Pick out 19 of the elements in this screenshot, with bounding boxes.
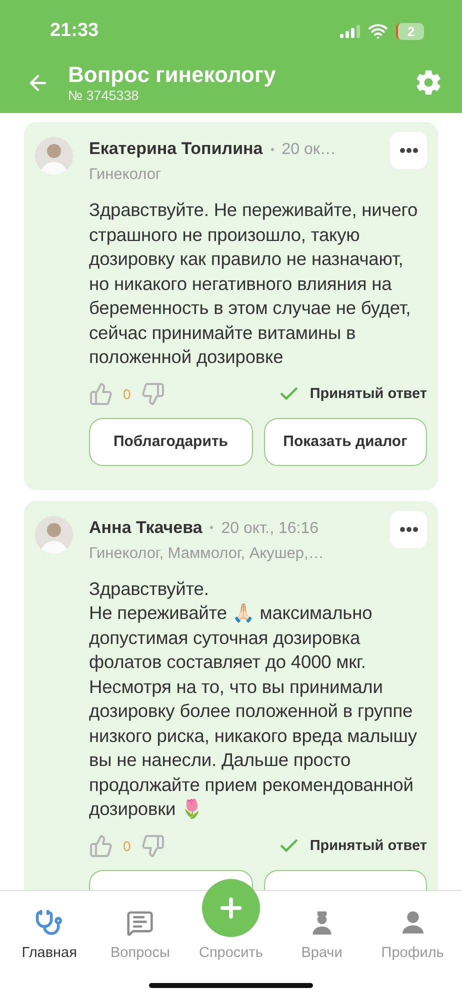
battery-level: 2 — [396, 22, 424, 40]
doctor-specialty: Гинеколог — [89, 166, 162, 184]
doctor-specialty: Гинеколог, Маммолог, Акушер,… — [89, 544, 325, 562]
question-number: № 3745338 — [68, 88, 140, 103]
tab-item[interactable]: Главная — [6, 909, 92, 961]
like-count: 0 — [123, 838, 131, 854]
answer-date: 20 ок… — [282, 141, 336, 159]
accepted-label: Принятый ответ — [310, 386, 427, 402]
doctor-name[interactable]: Екатерина Топилина — [89, 139, 263, 159]
page-title: Вопрос гинекологу — [68, 62, 277, 88]
answer-text: Здравствуйте. Не переживайте 🙏🏻 максимально допустимая суточная дозировка фолатов составляет до 4000 мкг. Несмотря на то, что вы принимали дозировку более положенной в группе низкого риска, никакого вреда малышу вы не нанесли. Дальше просто продолжайте прием рекомендованной дозировки 🌷 — [89, 576, 418, 821]
accepted-label: Принятый ответ — [310, 838, 427, 854]
like-count: 0 — [123, 386, 131, 402]
status-time: 21:33 — [50, 20, 99, 42]
thank-button[interactable]: Поблагодарить — [89, 418, 252, 466]
answer-date: 20 окт., 16:16 — [221, 520, 319, 538]
show-dialog-button[interactable]: Показать диалог — [264, 418, 427, 466]
answer-text: Здравствуйте. Не переживайте, ничего страшного не произошло, такую дозировку как правило не назначают, но никакого негативного влияния на беременность в этом случае не будет, сейчас принимайте витамины в положенной дозировке — [89, 198, 419, 369]
doctor-name[interactable]: Анна Ткачева — [89, 518, 202, 538]
